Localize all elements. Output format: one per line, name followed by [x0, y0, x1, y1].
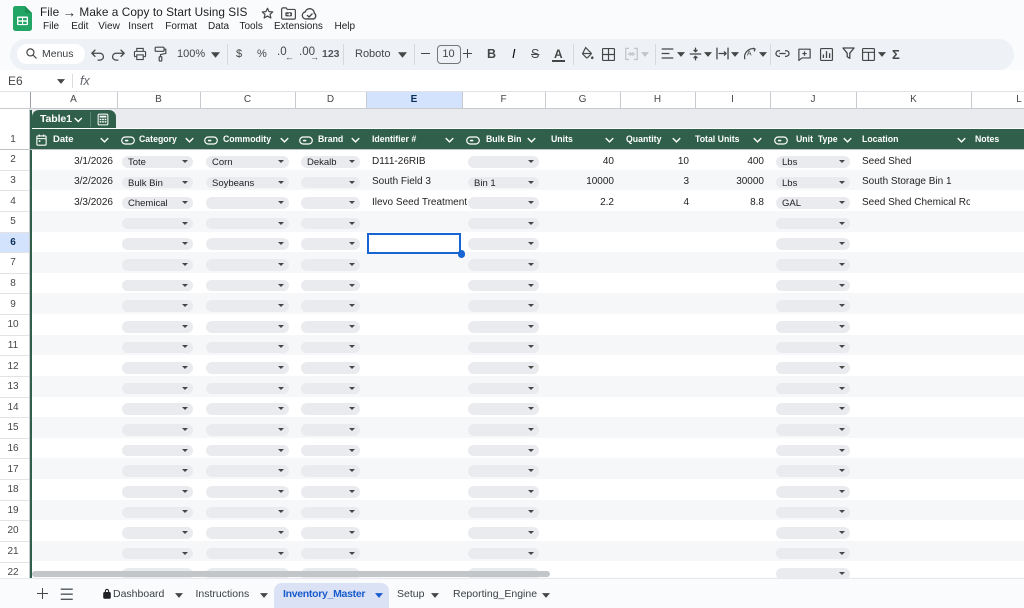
svg-text:A: A: [747, 50, 752, 57]
